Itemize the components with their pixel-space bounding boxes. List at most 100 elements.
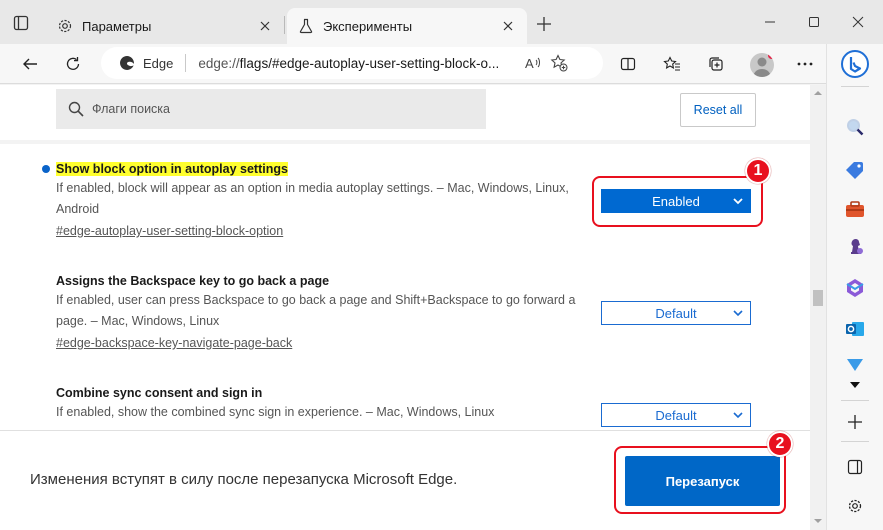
flag-description: If enabled, block will appear as an opti…	[56, 181, 569, 216]
chevron-down-icon	[733, 412, 743, 419]
search-input[interactable]: Флаги поиска	[56, 89, 486, 129]
refresh-icon	[66, 57, 80, 70]
close-window-button[interactable]	[844, 10, 872, 34]
search-icon	[68, 101, 84, 117]
close-tab-icon[interactable]	[256, 17, 274, 35]
flag-link[interactable]: #edge-autoplay-user-setting-block-option	[56, 224, 283, 238]
bing-chat-button[interactable]	[839, 48, 871, 80]
flag-item: Show block option in autoplay settings I…	[56, 161, 596, 238]
minimize-button[interactable]	[756, 10, 784, 34]
site-info[interactable]: Edge	[117, 50, 173, 76]
minimize-icon	[765, 21, 775, 23]
flask-icon	[297, 17, 315, 35]
favorites-icon	[663, 56, 680, 71]
gear-icon	[848, 499, 862, 513]
annotation-frame	[614, 446, 786, 514]
maximize-icon	[809, 17, 819, 27]
sidebar-hide-button[interactable]	[841, 453, 869, 481]
add-favorite-icon[interactable]	[546, 50, 572, 76]
sidebar-office-button[interactable]	[841, 274, 869, 302]
flag-description: If enabled, user can press Backspace to …	[56, 293, 576, 328]
scroll-thumb[interactable]	[813, 290, 823, 306]
annotation-frame	[592, 176, 763, 227]
close-tab-icon[interactable]	[499, 17, 517, 35]
select-value: Default	[655, 407, 697, 423]
flag-state-select[interactable]: Default	[601, 301, 751, 325]
plus-icon	[848, 415, 862, 429]
site-label: Edge	[143, 55, 174, 71]
select-value: Default	[655, 305, 697, 321]
sidebar-outlook-button[interactable]	[841, 315, 869, 343]
tab-experiments[interactable]: Эксперименты	[287, 8, 527, 44]
tab-label: Параметры	[82, 18, 152, 34]
split-screen-button[interactable]	[613, 49, 643, 79]
flag-title: Assigns the Backspace key to go back a p…	[56, 274, 330, 288]
sidebar-search-button[interactable]	[841, 113, 869, 141]
flag-description: If enabled, show the combined sync sign …	[56, 405, 495, 419]
url-text[interactable]: edge://flags/#edge-autoplay-user-setting…	[198, 56, 520, 71]
more-icon	[797, 62, 813, 66]
sidebar-tools-button[interactable]	[841, 195, 869, 223]
new-tab-button[interactable]	[533, 13, 555, 35]
flag-link[interactable]: #edge-backspace-key-navigate-page-back	[56, 336, 292, 350]
modified-indicator	[42, 165, 50, 173]
plus-icon	[537, 17, 551, 31]
notification-dot	[768, 53, 774, 59]
favorites-button[interactable]	[657, 49, 687, 79]
sidebar-settings-button[interactable]	[841, 492, 869, 520]
tag-icon	[846, 162, 863, 179]
refresh-button[interactable]	[58, 49, 88, 79]
read-aloud-icon[interactable]: A	[520, 50, 546, 76]
sidebar-panel-icon	[847, 459, 863, 475]
url-main: flags/#edge-autoplay-user-setting-block-…	[239, 55, 500, 71]
gear-icon	[56, 17, 74, 35]
vertical-scrollbar[interactable]	[810, 85, 826, 530]
flag-item: Assigns the Backspace key to go back a p…	[56, 273, 596, 350]
outlook-icon	[846, 322, 864, 336]
arrow-left-icon	[23, 58, 37, 70]
chevron-down-icon	[850, 382, 860, 388]
settings-menu-button[interactable]	[790, 49, 820, 79]
sidebar-separator	[841, 400, 869, 401]
reset-all-button[interactable]: Reset all	[680, 93, 756, 127]
address-bar[interactable]: Edge edge://flags/#edge-autoplay-user-se…	[101, 47, 603, 79]
flag-state-select[interactable]: Default	[601, 403, 751, 427]
tab-separator	[284, 16, 285, 34]
tab-actions-button[interactable]	[10, 12, 32, 34]
maximize-button[interactable]	[800, 10, 828, 34]
split-screen-icon	[620, 57, 636, 71]
bing-icon	[841, 50, 869, 78]
microsoft365-icon	[846, 279, 864, 297]
collections-button[interactable]	[701, 49, 731, 79]
relaunch-message: Изменения вступят в силу после перезапус…	[30, 471, 458, 488]
edge-logo-icon	[117, 50, 137, 76]
toolbox-icon	[846, 201, 864, 217]
close-icon	[852, 16, 864, 28]
profile-avatar[interactable]	[750, 53, 774, 77]
sidebar-add-button[interactable]	[841, 408, 869, 436]
search-placeholder: Флаги поиска	[92, 102, 170, 116]
sidebar-drop-button[interactable]	[841, 354, 869, 372]
toolbar: Edge edge://flags/#edge-autoplay-user-se…	[0, 44, 883, 84]
sidebar-separator	[841, 441, 869, 442]
annotation-badge: 2	[767, 431, 793, 457]
tab-settings[interactable]: Параметры	[46, 8, 284, 44]
url-prefix: edge://	[198, 55, 240, 71]
flag-item: Combine sync consent and sign in If enab…	[56, 385, 596, 423]
svg-text:A: A	[525, 56, 534, 71]
sidebar-shopping-button[interactable]	[841, 156, 869, 184]
scroll-up-icon	[814, 91, 822, 95]
edge-sidebar	[826, 44, 883, 530]
tab-actions-icon	[13, 15, 29, 31]
search-card: Флаги поиска Reset all	[0, 85, 810, 140]
flag-title: Show block option in autoplay settings	[56, 162, 288, 176]
search-icon	[847, 119, 864, 136]
sidebar-games-button[interactable]	[841, 232, 869, 260]
back-button[interactable]	[15, 49, 45, 79]
separator	[185, 54, 187, 72]
sidebar-more-apps-button[interactable]	[841, 371, 869, 399]
flag-title: Combine sync consent and sign in	[56, 386, 263, 400]
collections-icon	[709, 57, 723, 71]
drop-icon	[847, 359, 863, 371]
sidebar-separator	[841, 86, 869, 87]
